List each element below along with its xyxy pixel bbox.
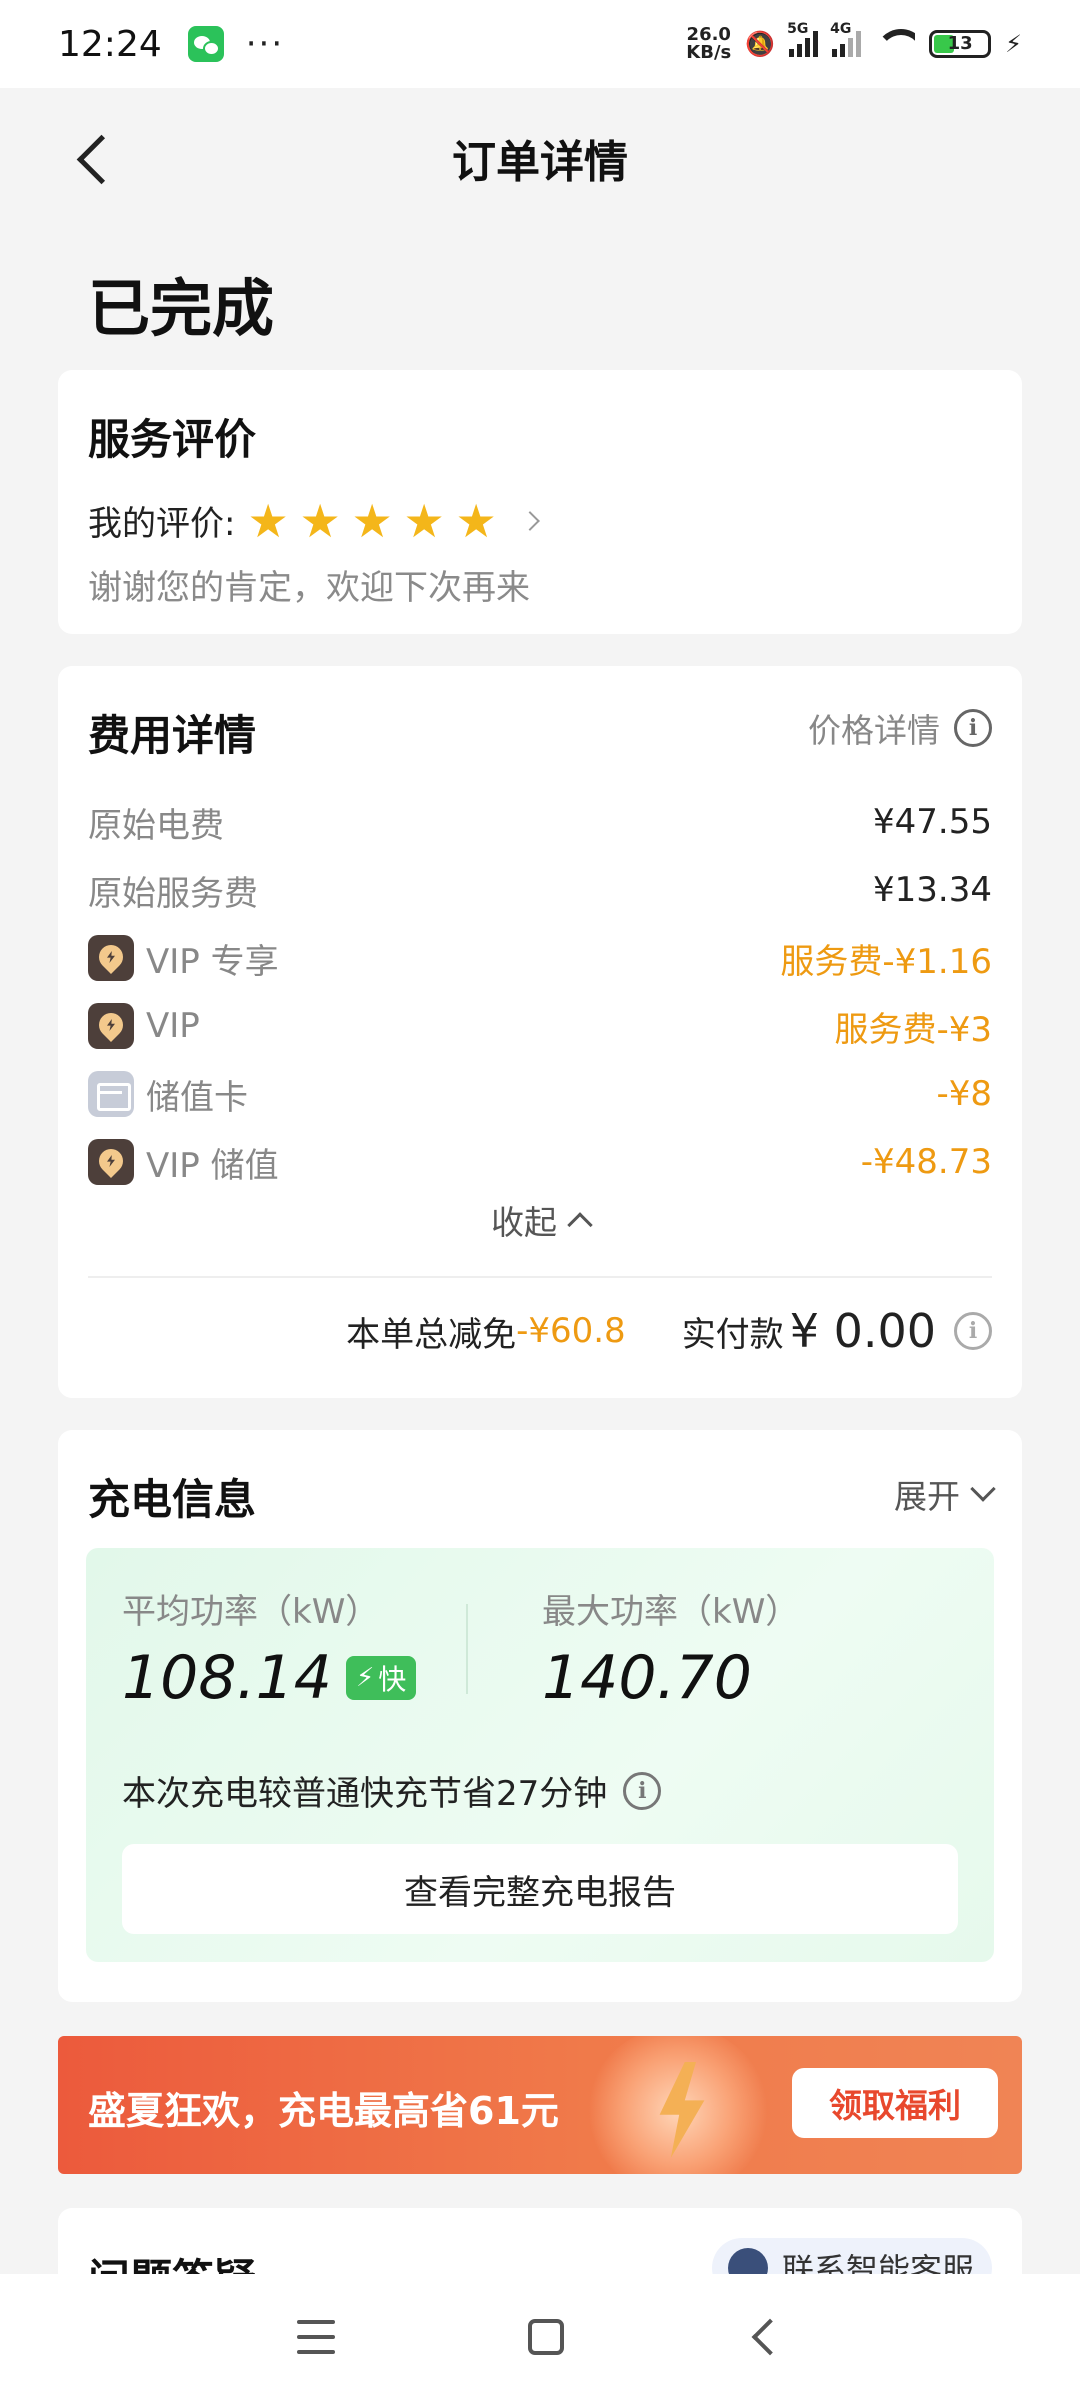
- order-status: 已完成: [88, 272, 275, 345]
- back-icon[interactable]: [751, 2318, 789, 2356]
- network-speed-unit: KB/s: [686, 42, 732, 63]
- signal-5g-icon: 5G: [787, 21, 819, 57]
- charging-info-card: 充电信息 展开 平均功率（kW） 108.14 ⚡ 快 最大功率（kW） 140.…: [58, 1430, 1022, 2002]
- expand-label: 展开: [894, 1477, 960, 1516]
- star-icon: ★: [299, 493, 341, 548]
- fee-row: VIP 专享 服务费-¥1.16: [88, 930, 992, 986]
- star-icon: ★: [455, 493, 497, 548]
- status-indicators: 26.0 KB/s 🔕 5G 4G 13 ⚡: [686, 21, 1022, 62]
- fee-details-card: 费用详情 价格详情 i 原始电费 ¥47.55 原始服务费 ¥13.34 VIP…: [58, 666, 1022, 1398]
- total-row: 本单总减免 -¥60.8 实付款 ¥ 0.00 i: [346, 1304, 992, 1358]
- charging-title: 充电信息: [88, 1475, 257, 1524]
- signal-5g-tag: 5G: [787, 21, 809, 37]
- vip-icon: [88, 1003, 134, 1049]
- fee-row: 原始服务费 ¥13.34: [88, 862, 992, 918]
- mute-icon: 🔕: [745, 30, 776, 58]
- network-speed: 26.0 KB/s: [686, 26, 731, 62]
- star-icon: ★: [351, 493, 393, 548]
- rating-title: 服务评价: [88, 415, 257, 464]
- fast-charge-label: 快: [378, 1663, 407, 1696]
- chevron-up-icon: [567, 1212, 593, 1238]
- fee-row-label: VIP 储值: [146, 1145, 279, 1186]
- fee-row-label: 储值卡: [146, 1077, 248, 1118]
- wechat-icon: [187, 26, 224, 62]
- total-discount-value: -¥60.8: [516, 1311, 626, 1351]
- collapse-button[interactable]: 收起: [58, 1196, 1022, 1244]
- vip-icon: [88, 935, 134, 981]
- fast-charge-badge: ⚡ 快: [345, 1656, 417, 1700]
- max-power-label: 最大功率（kW）: [542, 1592, 800, 1632]
- status-bar: 12:24 ··· 26.0 KB/s 🔕 5G 4G 13 ⚡: [0, 0, 1080, 88]
- avg-power-stat: 平均功率（kW） 108.14 ⚡ 快: [122, 1584, 417, 1713]
- charging-stats-panel: 平均功率（kW） 108.14 ⚡ 快 最大功率（kW） 140.70 本次充电较…: [86, 1548, 994, 1962]
- page-title: 订单详情: [452, 137, 628, 188]
- menu-icon[interactable]: [296, 2320, 335, 2354]
- paid-value: ¥ 0.00: [789, 1304, 936, 1358]
- max-power-value: 140.70: [542, 1643, 752, 1713]
- time-saving-note: 本次充电较普通快充节省27分钟 i: [122, 1766, 662, 1815]
- rating-stars: ★ ★ ★ ★ ★: [247, 493, 499, 548]
- fee-row-label: 原始电费: [88, 805, 224, 846]
- battery-icon: 13: [929, 30, 992, 58]
- fee-row-value: -¥8: [936, 1074, 992, 1114]
- fee-row-value: -¥48.73: [860, 1142, 992, 1182]
- wifi-icon: [875, 29, 916, 59]
- rating-message: 谢谢您的肯定，欢迎下次再来: [88, 568, 530, 608]
- star-icon: ★: [247, 493, 289, 548]
- view-report-button[interactable]: 查看完整充电报告: [122, 1844, 958, 1934]
- fee-row: VIP 储值 -¥48.73: [88, 1134, 992, 1190]
- charging-icon: ⚡: [1005, 30, 1022, 58]
- divider: [88, 1276, 992, 1278]
- fee-title: 费用详情: [88, 711, 257, 760]
- signal-4g-tag: 4G: [830, 21, 852, 37]
- price-detail-link[interactable]: 价格详情 i: [808, 704, 992, 752]
- fee-row-label: VIP 专享: [146, 941, 279, 982]
- promo-banner[interactable]: 盛夏狂欢，充电最高省61元 领取福利: [58, 2036, 1022, 2174]
- my-rating-row[interactable]: 我的评价: ★ ★ ★ ★ ★: [88, 493, 541, 548]
- vip-icon: [88, 1139, 134, 1185]
- more-notifications-icon: ···: [245, 24, 285, 64]
- back-button[interactable]: [70, 130, 126, 186]
- fee-row-value: 服务费-¥3: [834, 1009, 992, 1050]
- avg-power-label: 平均功率（kW）: [122, 1592, 380, 1632]
- lightning-illustration-icon: [588, 2036, 768, 2174]
- expand-button[interactable]: 展开: [894, 1470, 996, 1518]
- my-rating-label: 我的评价:: [88, 504, 236, 544]
- fee-row: 原始电费 ¥47.55: [88, 794, 992, 850]
- collapse-label: 收起: [491, 1203, 557, 1242]
- stored-value-card-icon: [88, 1071, 134, 1117]
- fee-row-label: 原始服务费: [88, 873, 258, 914]
- fee-row-value: 服务费-¥1.16: [780, 941, 992, 982]
- star-icon: ★: [403, 493, 445, 548]
- chevron-right-icon: [520, 510, 541, 531]
- signal-4g-icon: 4G: [830, 21, 862, 57]
- chevron-down-icon: [970, 1476, 996, 1502]
- avg-power-value: 108.14: [122, 1643, 332, 1713]
- info-icon: i: [954, 709, 992, 747]
- status-time: 12:24: [58, 23, 162, 65]
- claim-benefit-button[interactable]: 领取福利: [792, 2068, 998, 2138]
- info-icon[interactable]: i: [623, 1771, 662, 1810]
- fee-row-label: VIP: [146, 1006, 200, 1046]
- paid-label: 实付款: [681, 1314, 784, 1355]
- paid-info-icon[interactable]: i: [954, 1312, 992, 1350]
- price-detail-label: 价格详情: [808, 711, 940, 750]
- rating-card: 服务评价 我的评价: ★ ★ ★ ★ ★ 谢谢您的肯定，欢迎下次再来: [58, 370, 1022, 634]
- system-nav-bar: [0, 2274, 1080, 2400]
- fee-row-value: ¥47.55: [873, 802, 992, 842]
- battery-level: 13: [947, 33, 973, 54]
- total-discount-label: 本单总减免: [346, 1314, 517, 1355]
- time-saving-text: 本次充电较普通快充节省27分钟: [122, 1774, 608, 1814]
- fee-row-value: ¥13.34: [873, 870, 992, 910]
- fee-row: 储值卡 -¥8: [88, 1066, 992, 1122]
- promo-text: 盛夏狂欢，充电最高省61元: [88, 2089, 559, 2133]
- home-icon[interactable]: [527, 2319, 564, 2355]
- max-power-stat: 最大功率（kW） 140.70: [542, 1584, 799, 1713]
- fee-row: VIP 服务费-¥3: [88, 998, 992, 1054]
- bolt-icon: ⚡: [355, 1663, 375, 1693]
- divider: [466, 1604, 468, 1694]
- nav-header: 订单详情: [0, 88, 1080, 228]
